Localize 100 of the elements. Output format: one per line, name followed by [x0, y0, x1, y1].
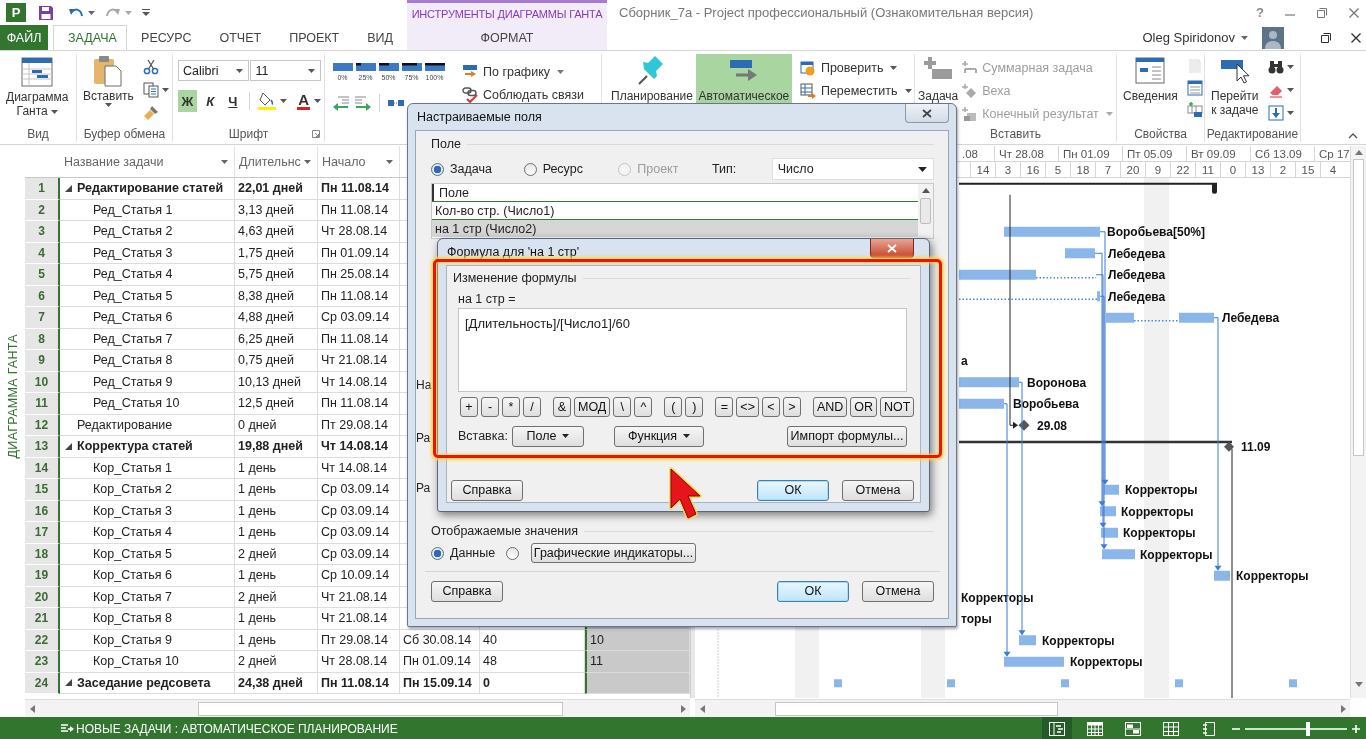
row-number[interactable]: 23: [25, 651, 60, 673]
dialog-button[interactable]: Справка: [451, 479, 523, 501]
row-number[interactable]: 7: [25, 307, 60, 329]
operator-button[interactable]: OR: [850, 397, 878, 417]
task-bar[interactable]: [1004, 226, 1100, 237]
zoom-in-icon[interactable]: [1352, 725, 1360, 733]
view-button[interactable]: [1042, 717, 1072, 739]
details-icon[interactable]: [1186, 80, 1203, 96]
operator-button[interactable]: МОД: [574, 397, 611, 417]
caret-icon[interactable]: [918, 166, 927, 172]
dialog-button[interactable]: Отмена: [862, 580, 934, 602]
slider-thumb[interactable]: [1306, 722, 1311, 736]
column-header[interactable]: Длительнс: [235, 146, 318, 177]
outdent-button[interactable]: [332, 94, 350, 112]
row-number[interactable]: 8: [25, 328, 60, 350]
summary-bar[interactable]: [959, 440, 1234, 452]
row-number[interactable]: 21: [25, 608, 60, 630]
dialog-button[interactable]: ОК: [757, 479, 829, 501]
move-button[interactable]: Переместить: [796, 80, 915, 101]
task-bar[interactable]: [959, 269, 1036, 280]
font-name-field[interactable]: Calibri: [178, 60, 250, 81]
row-number[interactable]: 24: [25, 672, 60, 694]
indent-button[interactable]: [354, 94, 372, 112]
fill-down-button[interactable]: [1267, 104, 1294, 121]
status-text[interactable]: НОВЫЕ ЗАДАЧИ : АВТОМАТИЧЕСКОЕ ПЛАНИРОВАНИЕ: [76, 722, 398, 736]
row-number[interactable]: 19: [25, 565, 60, 587]
type-select[interactable]: Число: [771, 158, 934, 180]
row-number[interactable]: 14: [25, 457, 60, 479]
operator-button[interactable]: *: [502, 397, 520, 417]
format-toggle-button[interactable]: К: [200, 90, 220, 112]
row-number[interactable]: 11: [25, 393, 60, 415]
inspect-button[interactable]: Проверить: [796, 57, 915, 78]
scrollbar[interactable]: [1350, 146, 1366, 698]
operator-button[interactable]: -: [481, 397, 499, 417]
scroll-thumb[interactable]: [920, 198, 931, 224]
dialog-button[interactable]: ОК: [777, 580, 849, 602]
information-button[interactable]: Сведения: [1120, 54, 1181, 103]
respect-links-button[interactable]: Соблюдать связи: [459, 84, 587, 105]
row-number[interactable]: 18: [25, 543, 60, 565]
row-number[interactable]: 16: [25, 500, 60, 522]
collapse-triangle-icon[interactable]: [65, 184, 72, 192]
row-number[interactable]: 4: [25, 242, 60, 264]
row-number[interactable]: 3: [25, 221, 60, 243]
radio-option[interactable]: Ресурс: [523, 162, 619, 176]
operator-button[interactable]: &: [553, 397, 571, 417]
auto-schedule-button[interactable]: Автоматическое: [695, 54, 792, 103]
task-bar[interactable]: [959, 377, 1019, 388]
copy-button[interactable]: [142, 81, 169, 98]
find-button[interactable]: [1267, 58, 1294, 75]
ribbon-tab[interactable]: РЕСУРС: [127, 25, 206, 50]
collapse-triangle-icon[interactable]: [65, 442, 72, 450]
ribbon-tab[interactable]: ОТЧЕТ: [205, 25, 276, 50]
ribbon-tab[interactable]: ВИД: [353, 25, 407, 50]
collapse-triangle-icon[interactable]: [65, 679, 72, 687]
scroll-thumb[interactable]: [775, 701, 1058, 716]
row-number[interactable]: 2: [25, 199, 60, 221]
column-header[interactable]: Начало: [318, 146, 400, 177]
operator-button[interactable]: ^: [634, 397, 653, 417]
close-icon[interactable]: [1350, 31, 1362, 44]
graphical-indicators-button[interactable]: Графические индикаторы...: [531, 543, 696, 563]
customize-toolbar-icon[interactable]: [142, 9, 150, 16]
collapse-ribbon-icon[interactable]: [1348, 133, 1358, 139]
row-number[interactable]: 20: [25, 586, 60, 608]
row-number[interactable]: 10: [25, 371, 60, 393]
task-bar[interactable]: [1100, 506, 1116, 517]
radio-button-icon[interactable]: [506, 546, 519, 560]
user-name[interactable]: Oleg Spiridonov: [1142, 30, 1235, 45]
scrollbar[interactable]: [918, 184, 933, 238]
fill-color-button[interactable]: [257, 92, 288, 110]
ribbon-tab[interactable]: ЗАДАЧА: [53, 25, 128, 50]
operator-button[interactable]: >: [782, 397, 801, 417]
scrollbar[interactable]: [25, 699, 690, 717]
caret-up-icon[interactable]: [921, 188, 930, 193]
font-size-field[interactable]: 11: [250, 60, 321, 81]
timeline-add-icon[interactable]: [1186, 102, 1203, 118]
scrollbar[interactable]: [695, 699, 1350, 717]
gantt-chart-button[interactable]: Диаграмма Ганта: [3, 54, 72, 126]
row-number[interactable]: 22: [25, 629, 60, 651]
dialog-launcher-icon[interactable]: [312, 130, 320, 138]
manual-schedule-button[interactable]: Планирование: [608, 54, 696, 103]
column-header[interactable]: Название задачи: [60, 146, 235, 177]
format-toggle-button[interactable]: Ч: [223, 90, 243, 112]
row-number[interactable]: 15: [25, 479, 60, 501]
task-bar[interactable]: [1104, 484, 1119, 495]
view-bar-label[interactable]: ДИАГРАММА ГАНТА: [5, 333, 20, 459]
scroll-thumb[interactable]: [198, 701, 563, 716]
operator-button[interactable]: ): [685, 397, 704, 417]
row-number[interactable]: 13: [25, 436, 60, 458]
insert-button[interactable]: Функция: [614, 425, 704, 447]
row-number[interactable]: 6: [25, 285, 60, 307]
task-bar[interactable]: [1101, 527, 1118, 538]
row-number[interactable]: 12: [25, 414, 60, 436]
close-button[interactable]: [870, 239, 914, 258]
operator-button[interactable]: /: [523, 397, 541, 417]
close-button[interactable]: [905, 104, 949, 123]
caret-icon[interactable]: [236, 68, 244, 73]
restore-icon[interactable]: [1320, 31, 1332, 44]
radio-option[interactable]: Задача: [431, 162, 524, 176]
radio-button-icon[interactable]: [523, 162, 537, 176]
milestone-diamond[interactable]: [1018, 419, 1030, 431]
